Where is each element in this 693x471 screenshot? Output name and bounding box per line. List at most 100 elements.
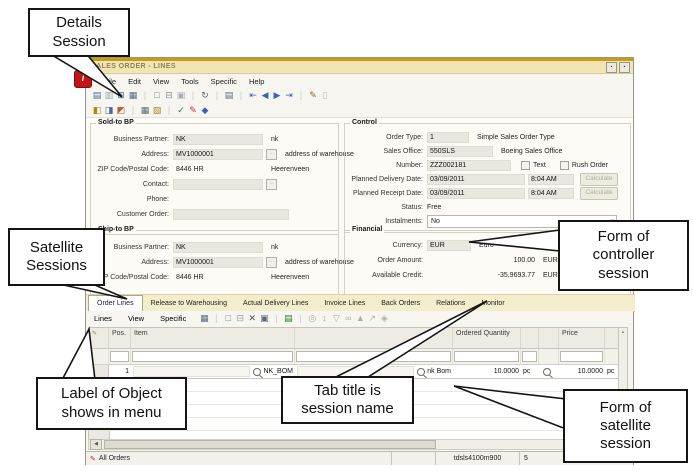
new-window-icon[interactable]: ⊞ [115, 89, 127, 102]
tab-release-to-warehousing[interactable]: Release to Warehousing [143, 295, 235, 311]
save-icon[interactable]: ▤ [91, 89, 103, 102]
item-filter-input[interactable] [132, 351, 293, 362]
price-zoom-icon[interactable] [543, 368, 551, 376]
tab-monitor[interactable]: Monitor [473, 295, 512, 311]
ship-to-address-browse-icon[interactable]: ⋯ [266, 257, 277, 268]
insert-line-icon[interactable]: ▤ [282, 312, 294, 325]
copy-line-icon[interactable]: ⊟ [234, 312, 246, 325]
item-desc-filter-input[interactable] [296, 351, 451, 362]
menu-view-lines[interactable]: View [120, 314, 152, 323]
menu-specific[interactable]: Specific [205, 77, 243, 86]
save-line-icon[interactable]: ▣ [258, 312, 270, 325]
insert-group-icon[interactable]: ◧ [91, 104, 103, 117]
export-icon[interactable]: ↗ [366, 312, 378, 325]
tab-invoice-lines[interactable]: Invoice Lines [316, 295, 373, 311]
cell-price-zoom[interactable] [539, 365, 559, 378]
sales-office-field[interactable]: 550SLS [427, 146, 493, 157]
pos-filter-input[interactable] [110, 351, 129, 362]
menu-file[interactable]: File [98, 77, 122, 86]
chart-icon[interactable]: ▲ [354, 312, 366, 325]
address-field[interactable]: MV1000001 [173, 149, 263, 160]
edit-icon[interactable]: ✎ [307, 89, 319, 102]
currency-field[interactable]: EUR [427, 240, 471, 251]
copy-group-icon[interactable]: ◨ [103, 104, 115, 117]
text-checkbox[interactable] [521, 161, 530, 170]
menu-lines[interactable]: Lines [86, 314, 120, 323]
quantity-filter-input[interactable] [454, 351, 519, 362]
link-icon[interactable]: ∞ [342, 312, 354, 325]
save-all-icon[interactable]: ▥ [103, 89, 115, 102]
planned-delivery-time-field[interactable]: 8:04 AM [528, 174, 574, 185]
number-field[interactable]: ZZZ002181 [427, 160, 511, 171]
calculate-receipt-button[interactable]: Calculate [580, 187, 618, 200]
grid-horizontal-scrollbar[interactable]: ◀ [88, 439, 626, 450]
menu-view[interactable]: View [147, 77, 175, 86]
filter-icon[interactable]: ▽ [330, 312, 342, 325]
duplicate-icon[interactable]: ⊟ [163, 89, 175, 102]
ship-to-bp-field[interactable]: NK [173, 242, 263, 253]
customer-order-field[interactable] [173, 209, 289, 220]
print-preview-icon[interactable]: ▤ [223, 89, 235, 102]
menu-specific-lines[interactable]: Specific [152, 314, 194, 323]
approve-icon[interactable]: ✓ [175, 104, 187, 117]
price-filter-input[interactable] [560, 351, 603, 362]
item-desc-zoom-icon[interactable] [417, 368, 425, 376]
new-record-icon[interactable]: □ [151, 89, 163, 102]
planned-receipt-date-field[interactable]: 03/09/2011 [427, 188, 525, 199]
last-record-icon[interactable]: ⇥ [283, 89, 295, 102]
cell-ordered-quantity[interactable]: 10.0000 [453, 365, 521, 378]
tab-relations[interactable]: Relations [428, 295, 473, 311]
address-browse-icon[interactable]: ⋯ [266, 149, 277, 160]
business-partner-field[interactable]: NK [173, 134, 263, 145]
paste-icon[interactable]: ▣ [175, 89, 187, 102]
print-lines-icon[interactable]: ▦ [198, 312, 210, 325]
order-type-field[interactable]: 1 [427, 132, 469, 143]
col-header-pos[interactable]: Pos. [109, 328, 131, 348]
col-header-price[interactable]: Price [559, 328, 605, 348]
calculate-delivery-button[interactable]: Calculate [580, 173, 618, 186]
rush-order-checkbox[interactable] [560, 161, 569, 170]
print-icon[interactable]: ▦ [127, 89, 139, 102]
control-group: Control Order Type: 1 Simple Sales Order… [344, 123, 631, 233]
scroll-left-icon[interactable]: ◀ [90, 439, 102, 450]
contact-browse-icon[interactable]: ⋯ [266, 179, 277, 190]
exchange-icon[interactable]: ▧ [151, 104, 163, 117]
cell-price[interactable]: 10.0000 [559, 365, 605, 378]
attachment-icon[interactable]: ◆ [199, 104, 211, 117]
item-cell-field[interactable] [133, 366, 250, 377]
tab-order-lines[interactable]: Order Lines [88, 295, 143, 312]
text-editor-icon[interactable]: ✎ [187, 104, 199, 117]
available-credit-currency: EUR [543, 272, 558, 279]
close-button[interactable]: ▪ [619, 62, 630, 73]
menu-help[interactable]: Help [243, 77, 270, 86]
unit-filter-input[interactable] [522, 351, 537, 362]
scroll-up-icon[interactable]: ▲ [619, 329, 627, 334]
restore-button[interactable]: ▪ [606, 62, 617, 73]
scrollbar-thumb[interactable] [104, 440, 436, 449]
planned-receipt-time-field[interactable]: 8:04 AM [528, 188, 574, 199]
contact-field[interactable] [173, 179, 263, 190]
next-record-icon[interactable]: ▶ [271, 89, 283, 102]
tab-back-orders[interactable]: Back Orders [373, 295, 428, 311]
menu-edit[interactable]: Edit [122, 77, 147, 86]
refresh-icon[interactable]: ↻ [199, 89, 211, 102]
delete-line-icon[interactable]: ✕ [246, 312, 258, 325]
callout-tab-title-session-name: Tab title issession name [281, 376, 414, 424]
tab-actual-delivery-lines[interactable]: Actual Delivery Lines [235, 295, 316, 311]
menu-tools[interactable]: Tools [175, 77, 205, 86]
more-options-icon[interactable]: ▯ [319, 89, 331, 102]
col-header-ordered-quantity[interactable]: Ordered Quantity [453, 328, 521, 348]
new-line-icon[interactable]: □ [222, 312, 234, 325]
sort-icon[interactable]: ↕ [318, 312, 330, 325]
col-header-item[interactable]: Item [131, 328, 295, 348]
prev-record-icon[interactable]: ◀ [259, 89, 271, 102]
find-icon[interactable]: ◎ [306, 312, 318, 325]
item-zoom-icon[interactable] [253, 368, 261, 376]
planned-delivery-date-field[interactable]: 03/09/2011 [427, 174, 525, 185]
window-titlebar[interactable]: SALES ORDER - LINES ▪ ▪ [86, 58, 633, 74]
print-form-icon[interactable]: ▦ [139, 104, 151, 117]
settings-icon[interactable]: ◈ [378, 312, 390, 325]
delete-group-icon[interactable]: ◩ [115, 104, 127, 117]
ship-to-address-field[interactable]: MV1000001 [173, 257, 263, 268]
first-record-icon[interactable]: ⇤ [247, 89, 259, 102]
